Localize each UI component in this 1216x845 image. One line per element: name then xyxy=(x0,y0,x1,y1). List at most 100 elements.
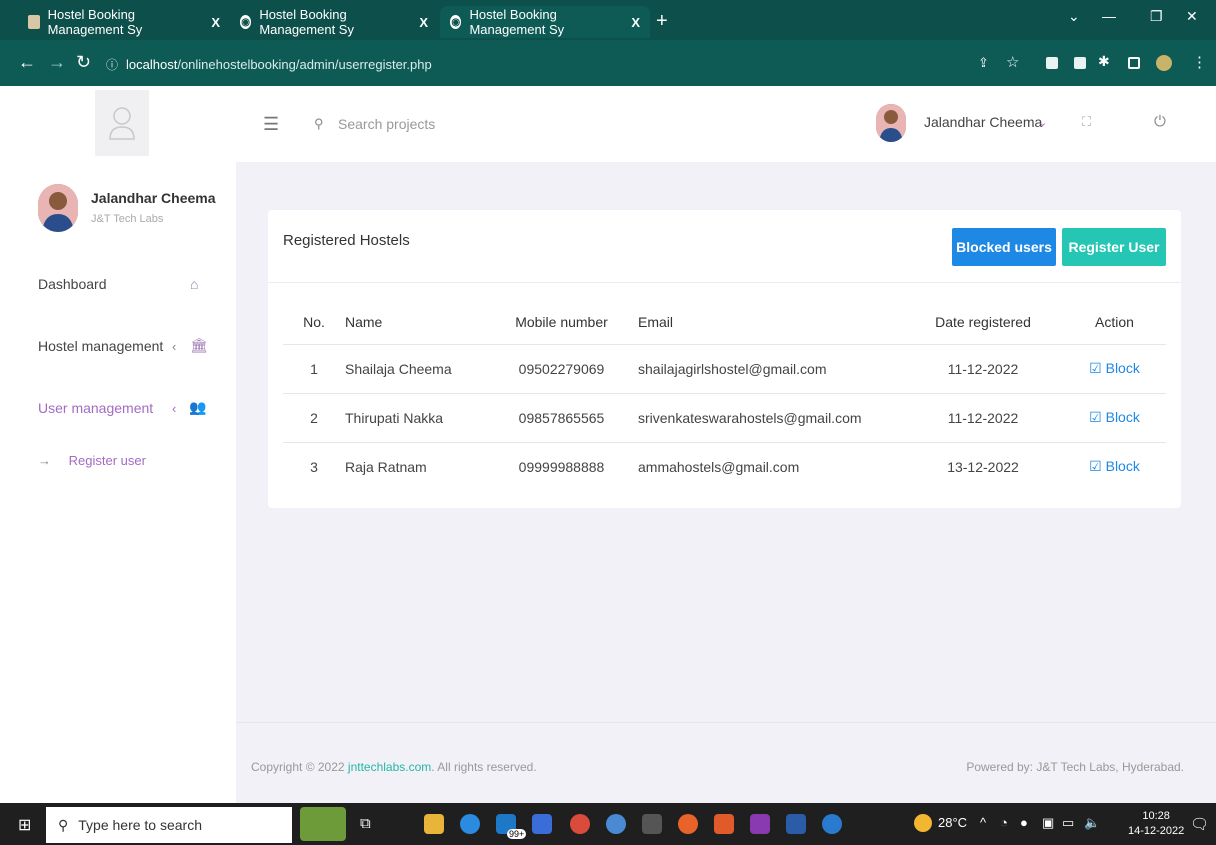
bamboo-widget-icon[interactable] xyxy=(300,807,346,841)
url-host: localhost xyxy=(126,56,178,72)
back-icon[interactable]: ← xyxy=(18,52,36,73)
notifications-icon[interactable]: 🗨 xyxy=(1190,815,1209,833)
profile-avatar-icon[interactable] xyxy=(1156,55,1172,71)
sidebar-subitem-label: Register user xyxy=(68,453,146,468)
block-link[interactable]: ☑ Block xyxy=(1063,343,1166,393)
search-input[interactable] xyxy=(338,112,538,136)
battery-icon[interactable]: ▭ xyxy=(1062,815,1074,831)
info-icon: ⓘ xyxy=(106,57,119,72)
edit-square-icon: ☑ xyxy=(1089,360,1106,376)
column-header: Action xyxy=(1095,313,1134,330)
copyright: Copyright © 2022 jnttechlabs.com. All ri… xyxy=(251,760,537,774)
windows-start-icon[interactable]: ⊞ xyxy=(18,815,31,835)
url-field[interactable]: ⓘ localhost /onlinehostelbooking/admin/u… xyxy=(106,51,946,77)
block-link-label[interactable]: Block xyxy=(1106,409,1140,425)
network-icon[interactable]: ◔ xyxy=(1000,815,1008,830)
reload-icon[interactable]: ↻ xyxy=(76,52,91,73)
chrome-profile-icon[interactable] xyxy=(606,814,626,834)
row-number: 2 xyxy=(283,392,345,442)
weather-sun-icon[interactable] xyxy=(914,814,932,832)
sidebar: Jalandhar Cheema J&T Tech Labs Dashboard… xyxy=(0,86,236,803)
minimize-icon[interactable]: — xyxy=(1102,8,1116,24)
tab-close-icon[interactable]: X xyxy=(419,15,428,30)
chevron-left-icon: ‹ xyxy=(172,339,177,354)
table-row: 2 Thirupati Nakka 09857865565 srivenkate… xyxy=(283,392,1166,442)
column-header: Email xyxy=(638,313,674,330)
volume-icon[interactable]: 🔈 xyxy=(1084,815,1100,831)
restore-icon[interactable]: ❐ xyxy=(1150,8,1163,25)
tab-close-icon[interactable]: X xyxy=(631,15,640,30)
window-close-icon[interactable]: ✕ xyxy=(1186,8,1198,25)
block-link-label[interactable]: Block xyxy=(1106,458,1140,474)
browser-tab-3-active[interactable]: ◉ Hostel Booking Management Sy X xyxy=(440,6,650,38)
extension-icon[interactable] xyxy=(1046,57,1058,69)
sidebar-item-label: User management xyxy=(38,400,154,416)
top-header: ☰ ⚲ Jalandhar Cheema ⌄ ⛶ ⏻ xyxy=(236,86,1216,162)
extension-icon[interactable] xyxy=(1074,57,1086,69)
search-icon: ⚲ xyxy=(314,116,324,131)
avatar xyxy=(38,184,78,232)
browser-tab-2[interactable]: ◉ Hostel Booking Management Sy X xyxy=(230,6,438,38)
avatar[interactable] xyxy=(876,104,906,142)
row-mobile: 09999988888 xyxy=(500,441,623,491)
chevron-down-icon[interactable]: ⌄ xyxy=(1038,116,1047,129)
word-icon[interactable] xyxy=(786,814,806,834)
block-link-label[interactable]: Block xyxy=(1106,360,1140,376)
block-link[interactable]: ☑ Block xyxy=(1063,441,1166,491)
bookmark-star-icon[interactable]: ☆ xyxy=(1006,53,1019,71)
file-explorer-icon[interactable] xyxy=(424,814,444,834)
display-icon[interactable]: ▣ xyxy=(1042,815,1054,831)
taskbar-clock[interactable]: 10:28 14-12-2022 xyxy=(1128,809,1184,839)
hamburger-menu-icon[interactable]: ☰ xyxy=(263,114,279,135)
power-icon[interactable]: ⏻ xyxy=(1154,113,1166,130)
tab-search-chevron-icon[interactable]: ⌄ xyxy=(1068,8,1080,25)
row-mobile: 09857865565 xyxy=(500,392,623,442)
task-view-icon[interactable]: ⧉ xyxy=(360,815,371,832)
help-icon[interactable] xyxy=(822,814,842,834)
winrar-icon[interactable] xyxy=(750,814,770,834)
row-email: shailajagirlshostel@gmail.com xyxy=(623,343,903,393)
notification-badge: 99+ xyxy=(507,829,527,839)
browser-tab-1[interactable]: Hostel Booking Management Sy X xyxy=(18,6,230,38)
tab-title: Hostel Booking Management Sy xyxy=(469,7,565,37)
user-menu-name[interactable]: Jalandhar Cheema xyxy=(924,114,1042,130)
url-path: /onlinehostelbooking/admin/userregister.… xyxy=(177,56,432,72)
row-date: 11-12-2022 xyxy=(903,392,1063,442)
more-menu-icon[interactable]: ⋮ xyxy=(1192,53,1207,71)
new-tab-button[interactable]: + xyxy=(656,10,668,33)
edge-icon[interactable] xyxy=(460,814,480,834)
firefox-icon[interactable] xyxy=(678,814,698,834)
profile-org: J&T Tech Labs xyxy=(91,213,164,225)
xampp-icon[interactable] xyxy=(714,814,734,834)
column-header: Mobile number xyxy=(515,313,608,330)
divider xyxy=(268,282,1181,283)
taskbar-search[interactable]: ⚲ Type here to search xyxy=(46,807,292,843)
bank-icon: 🏛 xyxy=(190,337,208,353)
blocked-users-button[interactable]: Blocked users xyxy=(952,228,1056,266)
puzzle-extensions-icon[interactable]: ✱ xyxy=(1098,53,1110,70)
chevron-up-icon[interactable]: ^ xyxy=(980,815,986,830)
powered-by: Powered by: J&T Tech Labs, Hyderabad. xyxy=(966,760,1184,774)
tab-title: Hostel Booking Management Sy xyxy=(47,7,143,37)
registered-hostels-card: Registered Hostels Blocked users Registe… xyxy=(268,210,1181,508)
windows-taskbar: ⊞ ⚲ Type here to search ⧉ 99+ 28°C ^ ◔ ●… xyxy=(0,803,1216,845)
row-date: 11-12-2022 xyxy=(903,343,1063,393)
share-icon[interactable]: ⇪ xyxy=(978,55,989,71)
sidebar-panel-icon[interactable] xyxy=(1128,57,1140,69)
tab-close-icon[interactable]: X xyxy=(211,15,220,30)
store-icon[interactable] xyxy=(532,814,552,834)
block-link[interactable]: ☑ Block xyxy=(1063,392,1166,442)
row-number: 3 xyxy=(283,441,345,491)
table-row: 1 Shailaja Cheema 09502279069 shailajagi… xyxy=(283,343,1166,393)
home-icon: ⌂ xyxy=(190,276,199,292)
register-user-button[interactable]: Register User xyxy=(1062,228,1166,266)
chrome-icon[interactable] xyxy=(570,814,590,834)
sidebar-subitem-register-user[interactable]: → Register user xyxy=(38,453,146,468)
weather-temp[interactable]: 28°C xyxy=(938,815,967,830)
app-icon[interactable] xyxy=(642,814,662,834)
fullscreen-icon[interactable]: ⛶ xyxy=(1082,114,1091,130)
tray-app-icon[interactable]: ● xyxy=(1020,815,1028,830)
copyright-link[interactable]: jnttechlabs.com xyxy=(348,760,431,774)
row-mobile: 09502279069 xyxy=(500,343,623,393)
forward-icon[interactable]: → xyxy=(48,52,66,73)
